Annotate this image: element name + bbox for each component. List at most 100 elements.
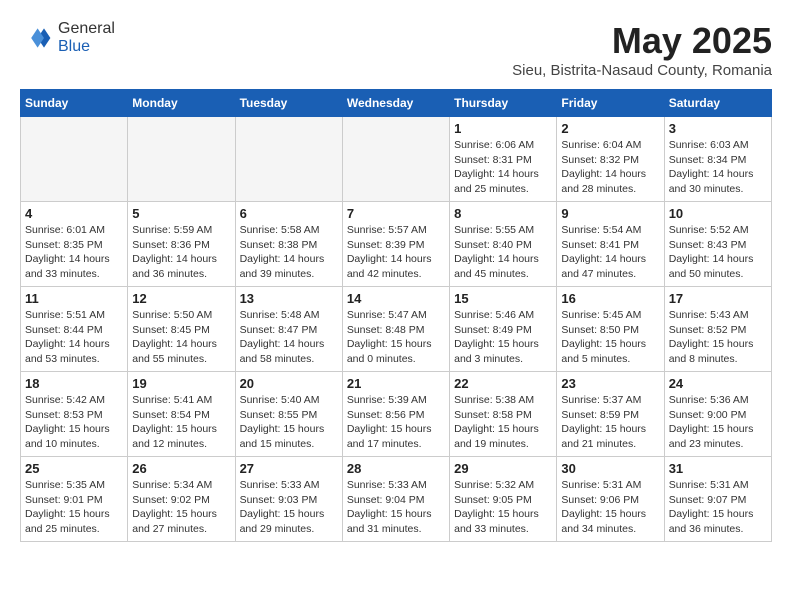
calendar-cell [128, 117, 235, 202]
calendar-cell [235, 117, 342, 202]
day-number: 30 [561, 461, 659, 476]
calendar-cell: 12 Sunrise: 5:50 AM Sunset: 8:45 PM Dayli… [128, 287, 235, 372]
day-number: 8 [454, 206, 552, 221]
calendar-cell: 28 Sunrise: 5:33 AM Sunset: 9:04 PM Dayli… [342, 457, 449, 542]
day-info: Sunrise: 5:46 AM Sunset: 8:49 PM Dayligh… [454, 308, 552, 367]
calendar-cell: 15Sunrise: 5:46 AM Sunset: 8:49 PM Dayli… [450, 287, 557, 372]
day-number: 3 [669, 121, 767, 136]
calendar-cell: 17 Sunrise: 5:43 AM Sunset: 8:52 PM Dayli… [664, 287, 771, 372]
week-row-3: 11 Sunrise: 5:51 AM Sunset: 8:44 PM Dayli… [21, 287, 772, 372]
calendar-cell: 6Sunrise: 5:58 AM Sunset: 8:38 PM Daylig… [235, 202, 342, 287]
calendar-cell: 23 Sunrise: 5:37 AM Sunset: 8:59 PM Dayli… [557, 372, 664, 457]
day-info: Sunrise: 5:58 AM Sunset: 8:38 PM Dayligh… [240, 223, 338, 282]
day-number: 26 [132, 461, 230, 476]
calendar-cell: 7 Sunrise: 5:57 AM Sunset: 8:39 PM Daylig… [342, 202, 449, 287]
day-info: Sunrise: 5:48 AM Sunset: 8:47 PM Dayligh… [240, 308, 338, 367]
calendar: SundayMondayTuesdayWednesdayThursdayFrid… [20, 89, 772, 542]
logo-general: General [58, 20, 115, 37]
calendar-cell: 30Sunrise: 5:31 AM Sunset: 9:06 PM Dayli… [557, 457, 664, 542]
day-number: 5 [132, 206, 230, 221]
day-number: 9 [561, 206, 659, 221]
calendar-cell: 2 Sunrise: 6:04 AM Sunset: 8:32 PM Daylig… [557, 117, 664, 202]
day-number: 29 [454, 461, 552, 476]
calendar-cell: 18Sunrise: 5:42 AM Sunset: 8:53 PM Dayli… [21, 372, 128, 457]
day-info: Sunrise: 5:31 AM Sunset: 9:07 PM Dayligh… [669, 478, 767, 537]
calendar-cell: 8 Sunrise: 5:55 AM Sunset: 8:40 PM Daylig… [450, 202, 557, 287]
calendar-cell: 9 Sunrise: 5:54 AM Sunset: 8:41 PM Daylig… [557, 202, 664, 287]
calendar-cell: 19Sunrise: 5:41 AM Sunset: 8:54 PM Dayli… [128, 372, 235, 457]
day-number: 23 [561, 376, 659, 391]
week-row-2: 4 Sunrise: 6:01 AM Sunset: 8:35 PM Daylig… [21, 202, 772, 287]
day-number: 1 [454, 121, 552, 136]
day-info: Sunrise: 5:39 AM Sunset: 8:56 PM Dayligh… [347, 393, 445, 452]
calendar-cell: 20 Sunrise: 5:40 AM Sunset: 8:55 PM Dayli… [235, 372, 342, 457]
calendar-cell: 24 Sunrise: 5:36 AM Sunset: 9:00 PM Dayli… [664, 372, 771, 457]
calendar-cell: 31Sunrise: 5:31 AM Sunset: 9:07 PM Dayli… [664, 457, 771, 542]
calendar-cell: 26 Sunrise: 5:34 AM Sunset: 9:02 PM Dayli… [128, 457, 235, 542]
day-number: 7 [347, 206, 445, 221]
month-title: May 2025 [512, 20, 772, 62]
day-number: 17 [669, 291, 767, 306]
day-info: Sunrise: 5:54 AM Sunset: 8:41 PM Dayligh… [561, 223, 659, 282]
header: General Blue May 2025 Sieu, Bistrita-Nas… [20, 20, 772, 79]
day-info: Sunrise: 5:55 AM Sunset: 8:40 PM Dayligh… [454, 223, 552, 282]
day-number: 21 [347, 376, 445, 391]
logo-icon [20, 22, 52, 54]
day-info: Sunrise: 5:34 AM Sunset: 9:02 PM Dayligh… [132, 478, 230, 537]
day-info: Sunrise: 5:36 AM Sunset: 9:00 PM Dayligh… [669, 393, 767, 452]
week-row-5: 25Sunrise: 5:35 AM Sunset: 9:01 PM Dayli… [21, 457, 772, 542]
logo-blue: Blue [58, 38, 90, 55]
day-info: Sunrise: 5:41 AM Sunset: 8:54 PM Dayligh… [132, 393, 230, 452]
day-number: 2 [561, 121, 659, 136]
weekday-header-row: SundayMondayTuesdayWednesdayThursdayFrid… [21, 90, 772, 117]
day-info: Sunrise: 5:37 AM Sunset: 8:59 PM Dayligh… [561, 393, 659, 452]
weekday-header-thursday: Thursday [450, 90, 557, 117]
day-number: 4 [25, 206, 123, 221]
day-info: Sunrise: 5:50 AM Sunset: 8:45 PM Dayligh… [132, 308, 230, 367]
day-number: 10 [669, 206, 767, 221]
day-info: Sunrise: 6:03 AM Sunset: 8:34 PM Dayligh… [669, 138, 767, 197]
day-info: Sunrise: 5:32 AM Sunset: 9:05 PM Dayligh… [454, 478, 552, 537]
calendar-cell: 11 Sunrise: 5:51 AM Sunset: 8:44 PM Dayli… [21, 287, 128, 372]
day-number: 18 [25, 376, 123, 391]
day-number: 14 [347, 291, 445, 306]
calendar-cell [21, 117, 128, 202]
weekday-header-wednesday: Wednesday [342, 90, 449, 117]
calendar-cell: 25Sunrise: 5:35 AM Sunset: 9:01 PM Dayli… [21, 457, 128, 542]
day-number: 12 [132, 291, 230, 306]
day-number: 20 [240, 376, 338, 391]
calendar-cell: 29 Sunrise: 5:32 AM Sunset: 9:05 PM Dayli… [450, 457, 557, 542]
calendar-cell: 27Sunrise: 5:33 AM Sunset: 9:03 PM Dayli… [235, 457, 342, 542]
day-info: Sunrise: 5:45 AM Sunset: 8:50 PM Dayligh… [561, 308, 659, 367]
day-number: 25 [25, 461, 123, 476]
day-number: 13 [240, 291, 338, 306]
day-info: Sunrise: 5:57 AM Sunset: 8:39 PM Dayligh… [347, 223, 445, 282]
weekday-header-saturday: Saturday [664, 90, 771, 117]
day-number: 28 [347, 461, 445, 476]
day-number: 11 [25, 291, 123, 306]
weekday-header-sunday: Sunday [21, 90, 128, 117]
day-number: 16 [561, 291, 659, 306]
day-info: Sunrise: 6:04 AM Sunset: 8:32 PM Dayligh… [561, 138, 659, 197]
subtitle: Sieu, Bistrita-Nasaud County, Romania [512, 62, 772, 79]
day-info: Sunrise: 5:59 AM Sunset: 8:36 PM Dayligh… [132, 223, 230, 282]
week-row-4: 18Sunrise: 5:42 AM Sunset: 8:53 PM Dayli… [21, 372, 772, 457]
weekday-header-friday: Friday [557, 90, 664, 117]
day-number: 24 [669, 376, 767, 391]
calendar-cell: 16 Sunrise: 5:45 AM Sunset: 8:50 PM Dayli… [557, 287, 664, 372]
day-info: Sunrise: 5:33 AM Sunset: 9:03 PM Dayligh… [240, 478, 338, 537]
day-info: Sunrise: 6:01 AM Sunset: 8:35 PM Dayligh… [25, 223, 123, 282]
day-info: Sunrise: 5:43 AM Sunset: 8:52 PM Dayligh… [669, 308, 767, 367]
day-info: Sunrise: 5:51 AM Sunset: 8:44 PM Dayligh… [25, 308, 123, 367]
calendar-cell: 3 Sunrise: 6:03 AM Sunset: 8:34 PM Daylig… [664, 117, 771, 202]
day-info: Sunrise: 5:33 AM Sunset: 9:04 PM Dayligh… [347, 478, 445, 537]
calendar-cell: 21 Sunrise: 5:39 AM Sunset: 8:56 PM Dayli… [342, 372, 449, 457]
calendar-cell: 14Sunrise: 5:47 AM Sunset: 8:48 PM Dayli… [342, 287, 449, 372]
day-info: Sunrise: 6:06 AM Sunset: 8:31 PM Dayligh… [454, 138, 552, 197]
day-info: Sunrise: 5:38 AM Sunset: 8:58 PM Dayligh… [454, 393, 552, 452]
logo: General Blue [20, 20, 115, 56]
logo-text: General Blue [58, 20, 115, 56]
day-number: 22 [454, 376, 552, 391]
calendar-cell: 22 Sunrise: 5:38 AM Sunset: 8:58 PM Dayli… [450, 372, 557, 457]
day-info: Sunrise: 5:40 AM Sunset: 8:55 PM Dayligh… [240, 393, 338, 452]
